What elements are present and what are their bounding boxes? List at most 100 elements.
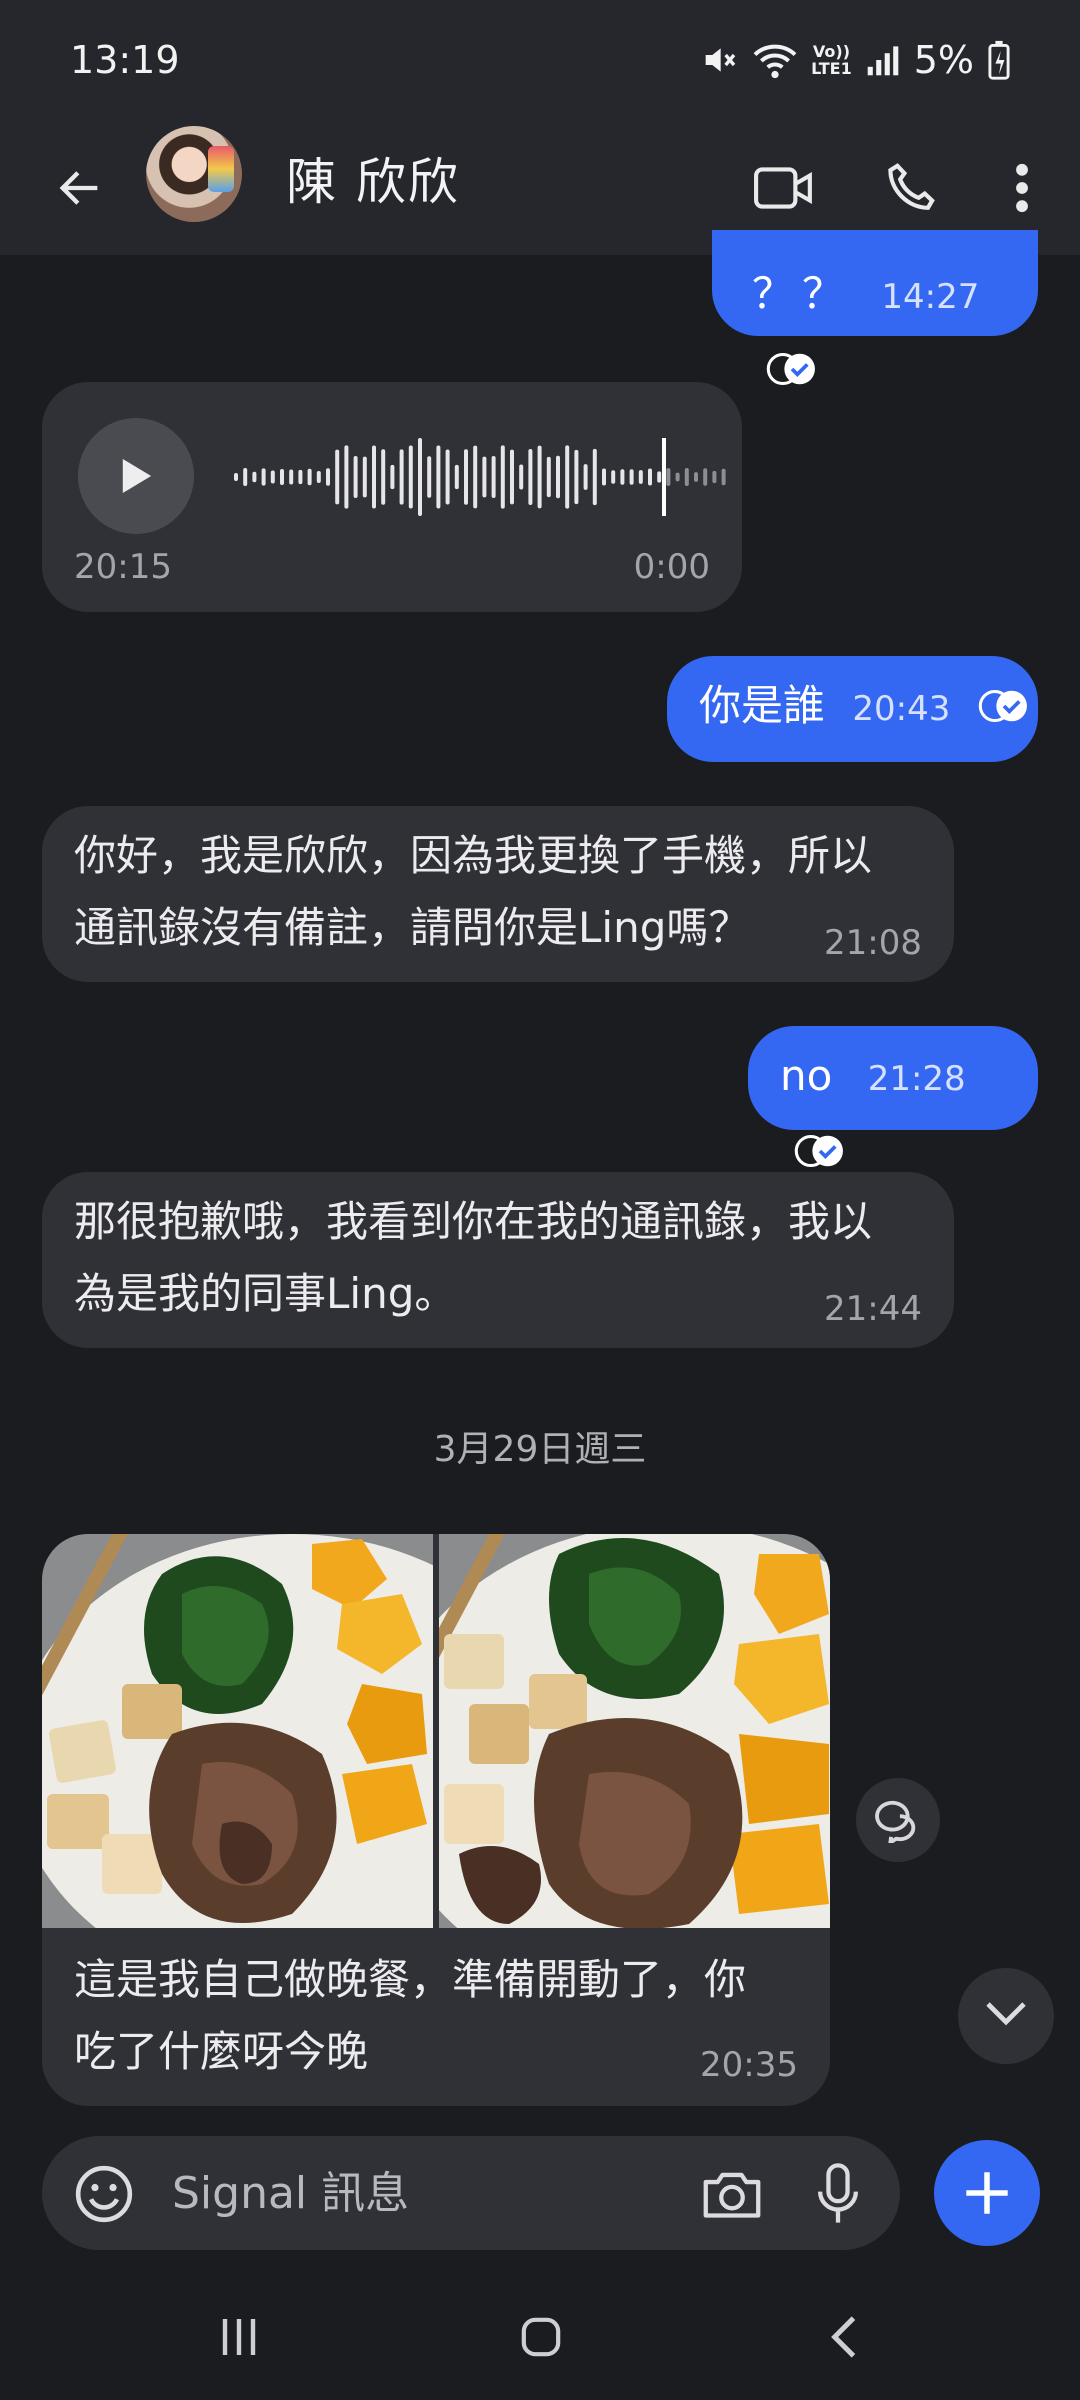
waveform-bar xyxy=(519,464,524,490)
message-incoming[interactable]: 那很抱歉哦，我看到你在我的通訊錄，我以 為是我的同事Ling。 21:44 xyxy=(42,1172,954,1348)
home-icon[interactable] xyxy=(486,2292,596,2382)
waveform-bar xyxy=(657,471,662,483)
waveform-bar xyxy=(326,468,330,486)
battery-percent: 5% xyxy=(913,38,974,82)
waveform-bar xyxy=(611,470,616,484)
waveform-bar xyxy=(684,468,689,486)
message-text: 這是我自己做晚餐，準備開動了，你 xyxy=(74,1955,747,2004)
waveform-bar xyxy=(464,449,468,505)
message-time: 21:44 xyxy=(824,1289,922,1329)
waveform-bar xyxy=(390,464,395,490)
waveform-bar xyxy=(556,455,560,499)
phone-icon[interactable] xyxy=(870,148,950,228)
emoji-icon[interactable] xyxy=(64,2154,144,2234)
message-time: 14:27 xyxy=(881,277,980,317)
message-text: 你好，我是欣欣，因為我更換了手機，所以 xyxy=(74,831,873,880)
waveform-bar xyxy=(528,449,533,505)
read-receipt-icon xyxy=(978,673,1030,745)
waveform[interactable] xyxy=(230,432,740,522)
camera-icon[interactable] xyxy=(692,2154,772,2234)
waveform-bar xyxy=(362,456,367,498)
waveform-bar xyxy=(602,468,606,486)
system-nav-bar xyxy=(0,2272,1080,2400)
photo-grid xyxy=(42,1534,830,1928)
waveform-bar xyxy=(648,468,652,486)
waveform-bar xyxy=(418,438,422,516)
message-text: 吃了什麼呀今晚 xyxy=(74,2027,369,2076)
message-outgoing[interactable]: 你是誰 20:43 xyxy=(667,656,1038,762)
playhead xyxy=(662,438,666,516)
date-separator: 3月29日週三 xyxy=(433,1429,647,1470)
message-incoming[interactable]: 你好，我是欣欣，因為我更換了手機，所以 通訊錄沒有備註，請問你是Ling嗎？ 2… xyxy=(42,806,954,982)
avatar[interactable] xyxy=(146,126,242,222)
waveform-bar xyxy=(537,445,542,509)
signal-icon xyxy=(866,43,900,77)
waveform-bar xyxy=(399,449,404,505)
status-time: 13:19 xyxy=(70,38,180,82)
message-text: 那很抱歉哦，我看到你在我的通訊錄，我以 xyxy=(74,1197,873,1246)
composer-bar xyxy=(0,2112,1080,2272)
waveform-bar xyxy=(344,445,349,509)
waveform-bar xyxy=(620,469,625,485)
waveform-bar xyxy=(491,455,496,499)
reply-icon[interactable] xyxy=(856,1778,940,1862)
food-photo[interactable] xyxy=(42,1534,433,1928)
waveform-bar xyxy=(372,445,376,509)
message-text: ？？ xyxy=(752,269,853,318)
plus-icon[interactable] xyxy=(934,2140,1040,2246)
waveform-bar xyxy=(381,449,386,505)
photo-message[interactable]: 這是我自己做晚餐，準備開動了，你 吃了什麼呀今晚 20:35 xyxy=(42,1534,830,2106)
chevron-down-icon xyxy=(984,2000,1028,2032)
message-time: 21:28 xyxy=(867,1059,966,1099)
composer xyxy=(42,2136,900,2250)
waveform-bar xyxy=(712,470,717,484)
waveform-bar xyxy=(666,468,671,486)
voice-message[interactable]: 20:15 0:00 xyxy=(42,382,742,612)
waveform-bar xyxy=(629,469,634,485)
waveform-bar xyxy=(574,449,579,505)
waveform-bar xyxy=(500,445,505,509)
waveform-bar xyxy=(638,470,643,484)
message-outgoing[interactable]: ？？ 14:27 xyxy=(712,230,1038,385)
voice-duration: 0:00 xyxy=(633,547,710,587)
waveform-bar xyxy=(335,449,340,505)
waveform-bar xyxy=(510,449,514,505)
waveform-bar xyxy=(583,464,588,490)
message-time: 20:15 xyxy=(74,547,172,587)
video-call-icon[interactable] xyxy=(744,148,824,228)
waveform-bar xyxy=(473,445,478,509)
waveform-bar xyxy=(694,472,698,482)
more-icon[interactable] xyxy=(982,148,1062,228)
waveform-bar xyxy=(675,472,680,482)
microphone-icon[interactable] xyxy=(798,2154,878,2234)
status-icons: Vo)) LTE1 5% xyxy=(699,38,1010,82)
back-icon[interactable] xyxy=(788,2292,898,2382)
message-input[interactable] xyxy=(172,2162,692,2224)
message-time: 20:35 xyxy=(700,2045,798,2085)
waveform-bar xyxy=(482,456,487,498)
waveform-bar xyxy=(427,456,432,498)
scroll-to-bottom-button[interactable] xyxy=(958,1968,1054,2064)
volte-icon: Vo)) LTE1 xyxy=(811,42,852,78)
waveform-bar xyxy=(703,468,708,486)
message-text: 你是誰 xyxy=(699,681,826,730)
recent-apps-icon[interactable] xyxy=(184,2292,294,2382)
waveform-bar xyxy=(252,471,257,483)
waveform-bar xyxy=(307,468,312,486)
food-photo[interactable] xyxy=(439,1534,830,1928)
waveform-bar xyxy=(721,468,726,486)
waveform-bar xyxy=(280,469,284,485)
read-receipt-icon xyxy=(766,336,818,408)
wifi-icon xyxy=(753,40,797,80)
waveform-bar xyxy=(316,471,321,483)
battery-charging-icon xyxy=(988,40,1010,80)
message-text: no xyxy=(780,1051,833,1100)
waveform-bar xyxy=(234,473,238,481)
waveform-bar xyxy=(289,469,294,485)
back-arrow-icon[interactable] xyxy=(40,148,120,228)
message-outgoing[interactable]: no 21:28 xyxy=(748,1026,1038,1167)
contact-name[interactable]: 陳 欣欣 xyxy=(286,142,460,214)
message-text: 為是我的同事Ling。 xyxy=(74,1269,457,1318)
play-icon[interactable] xyxy=(78,418,194,534)
mute-icon xyxy=(699,40,739,80)
